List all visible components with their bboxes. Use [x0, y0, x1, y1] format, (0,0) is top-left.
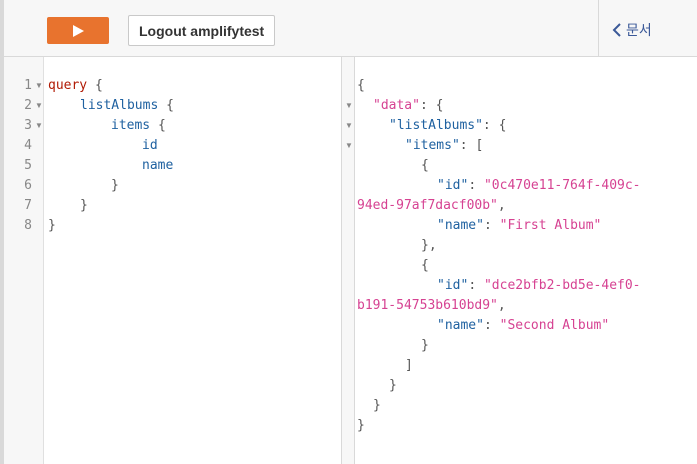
json-line: "name": "First Album"	[437, 218, 602, 233]
json-line: "name": "Second Album"	[437, 318, 610, 333]
brace: {	[158, 98, 174, 113]
fold-toggle-icon[interactable]: ▼	[345, 96, 353, 116]
brace: }	[48, 218, 56, 233]
json-line: "listAlbums": {	[389, 116, 506, 136]
brace: {	[421, 258, 429, 273]
docs-label: 문서	[626, 23, 652, 39]
field-name: items	[111, 118, 151, 133]
brace: }	[421, 338, 429, 353]
field-name: name	[142, 158, 174, 173]
logout-button[interactable]: Logout amplifytest	[128, 15, 276, 46]
line-number: 5	[24, 158, 32, 173]
brace: }	[373, 398, 381, 413]
json-key: "listAlbums"	[389, 118, 483, 133]
json-line: "data": {	[373, 96, 443, 116]
json-string: "dce2bfb2-bd5e-4ef0-	[483, 278, 641, 293]
docs-divider	[598, 0, 599, 56]
json-key: "name"	[437, 218, 484, 233]
fold-toggle-icon[interactable]: ▼	[345, 136, 353, 156]
fold-toggle-icon[interactable]: ▼	[35, 116, 43, 136]
brace: {	[150, 118, 166, 133]
code-line: listAlbums {	[80, 96, 174, 116]
keyword: query	[48, 78, 88, 93]
line-number: 4	[24, 138, 32, 153]
line-number: 2	[24, 98, 32, 113]
code-line: query {	[48, 76, 103, 96]
play-icon	[73, 24, 84, 37]
bracket: ]	[405, 358, 413, 373]
fold-toggle-icon[interactable]: ▼	[35, 76, 43, 96]
json-line: "id": "dce2bfb2-bd5e-4ef0-	[437, 278, 641, 293]
json-string: "First Album"	[499, 218, 602, 233]
json-key: "id"	[437, 178, 469, 193]
json-punctuation: : {	[482, 118, 507, 133]
json-line: "id": "0c470e11-764f-409c-	[437, 178, 641, 193]
brace: {	[87, 78, 103, 93]
json-punctuation: : {	[419, 98, 444, 113]
line-number: 8	[24, 218, 32, 233]
json-string: b191-54753b610bd9",	[357, 298, 506, 313]
json-string: "0c470e11-764f-409c-	[483, 178, 641, 193]
brace: }	[80, 198, 88, 213]
brace: }	[357, 418, 365, 433]
field-name: listAlbums	[80, 98, 159, 113]
code-line: items {	[111, 116, 166, 136]
json-string: "Second Album"	[499, 318, 610, 333]
brace: }	[111, 178, 119, 193]
field-name: id	[142, 138, 158, 153]
fold-toggle-icon[interactable]: ▼	[345, 116, 353, 136]
toolbar: Logout amplifytest 문서	[4, 0, 697, 57]
json-string: 94ed-97af7dacf00b",	[357, 198, 506, 213]
brace: {	[421, 158, 429, 173]
query-editor[interactable]: 1 2 3 4 5 6 7 8 ▼ ▼ ▼ query { listAlbums…	[4, 57, 341, 464]
brace: {	[357, 78, 365, 93]
brace: },	[421, 238, 437, 253]
brace: }	[389, 378, 397, 393]
fold-toggle-icon[interactable]: ▼	[35, 96, 43, 116]
line-number: 3	[24, 118, 32, 133]
line-number: 1	[24, 78, 32, 93]
json-key: "data"	[373, 98, 420, 113]
json-key: "items"	[405, 138, 460, 153]
line-number: 7	[24, 198, 32, 213]
result-viewer: { "data": { "listAlbums": { "items": [ {…	[355, 57, 697, 464]
json-line: "items": [	[405, 136, 483, 156]
json-key: "name"	[437, 318, 484, 333]
line-number: 6	[24, 178, 32, 193]
json-punctuation: : [	[459, 138, 484, 153]
json-key: "id"	[437, 278, 469, 293]
chevron-left-icon	[612, 23, 621, 37]
run-query-button[interactable]	[47, 17, 109, 44]
docs-button[interactable]: 문서	[612, 18, 652, 42]
